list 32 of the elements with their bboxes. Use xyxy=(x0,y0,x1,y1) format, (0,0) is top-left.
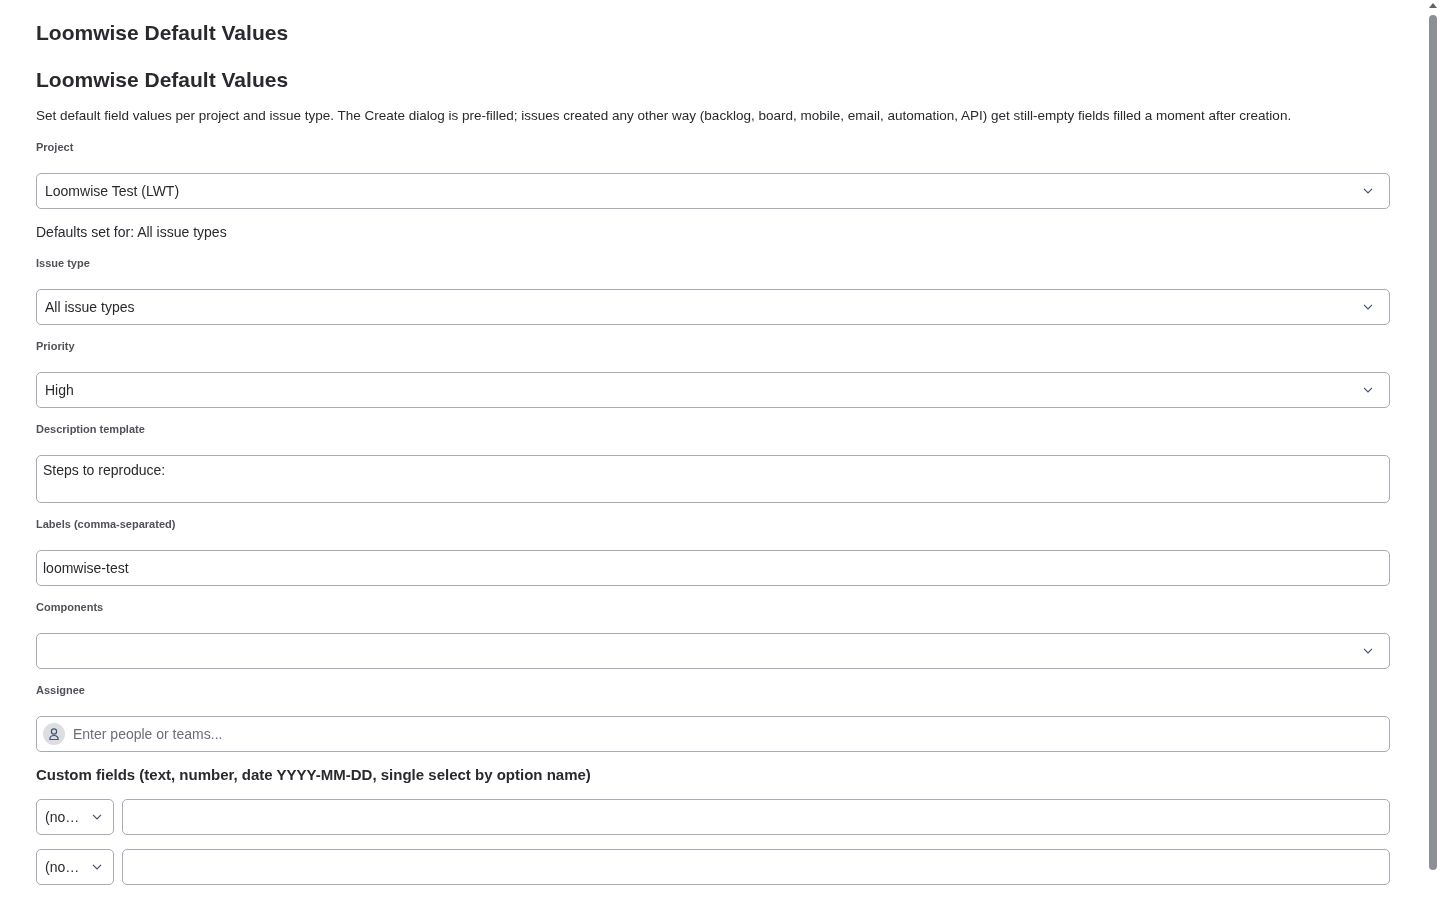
field-label: Priority xyxy=(36,339,76,354)
field-label: Project xyxy=(36,140,75,155)
page-title: Loomwise Default Values xyxy=(36,20,290,46)
labels-input-field[interactable]: loomwise-test xyxy=(36,550,1390,586)
chevron-down-icon xyxy=(92,864,102,870)
field-label: Description template xyxy=(36,422,146,437)
custom-field-select[interactable]: (no… xyxy=(36,799,114,835)
custom-fields-heading: Custom fields (text, number, date YYYY-MM-DD, single select by option name) xyxy=(36,765,592,785)
scrollbar-thumb[interactable] xyxy=(1429,15,1437,870)
chevron-down-icon xyxy=(1363,188,1373,194)
scroll-up-arrow-icon[interactable] xyxy=(1429,3,1437,8)
field-label: Components xyxy=(36,600,105,615)
assignee-field[interactable]: Enter people or teams... xyxy=(36,716,1390,752)
chevron-down-icon xyxy=(1363,648,1373,654)
select-dropdown[interactable]: All issue types xyxy=(36,289,1390,325)
person-avatar-icon xyxy=(43,723,65,745)
custom-field-select[interactable]: (no… xyxy=(36,849,114,885)
chevron-down-icon xyxy=(1363,304,1373,310)
defaults-note: Defaults set for: All issue types xyxy=(36,223,228,242)
description-text: Set default field values per project and issue type. The Create dialog is pre-filled; issues created any other way (backlog, board, mobile, email, automation, API) get still-empty fields filled a moment after creation. xyxy=(36,107,1293,125)
select-dropdown[interactable]: Loomwise Test (LWT) xyxy=(36,173,1390,209)
field-label: Assignee xyxy=(36,683,86,698)
chevron-down-icon xyxy=(92,814,102,820)
description-template-field[interactable]: Steps to reproduce: xyxy=(36,455,1390,503)
chevron-down-icon xyxy=(1363,387,1373,393)
field-label: Labels (comma-separated) xyxy=(36,517,177,532)
select-dropdown[interactable]: High xyxy=(36,372,1390,408)
select-dropdown[interactable] xyxy=(36,633,1390,669)
custom-field-value-input[interactable] xyxy=(122,799,1390,835)
custom-field-value-input[interactable] xyxy=(122,849,1390,885)
section-heading: Loomwise Default Values xyxy=(36,67,290,93)
field-label: Issue type xyxy=(36,256,91,271)
